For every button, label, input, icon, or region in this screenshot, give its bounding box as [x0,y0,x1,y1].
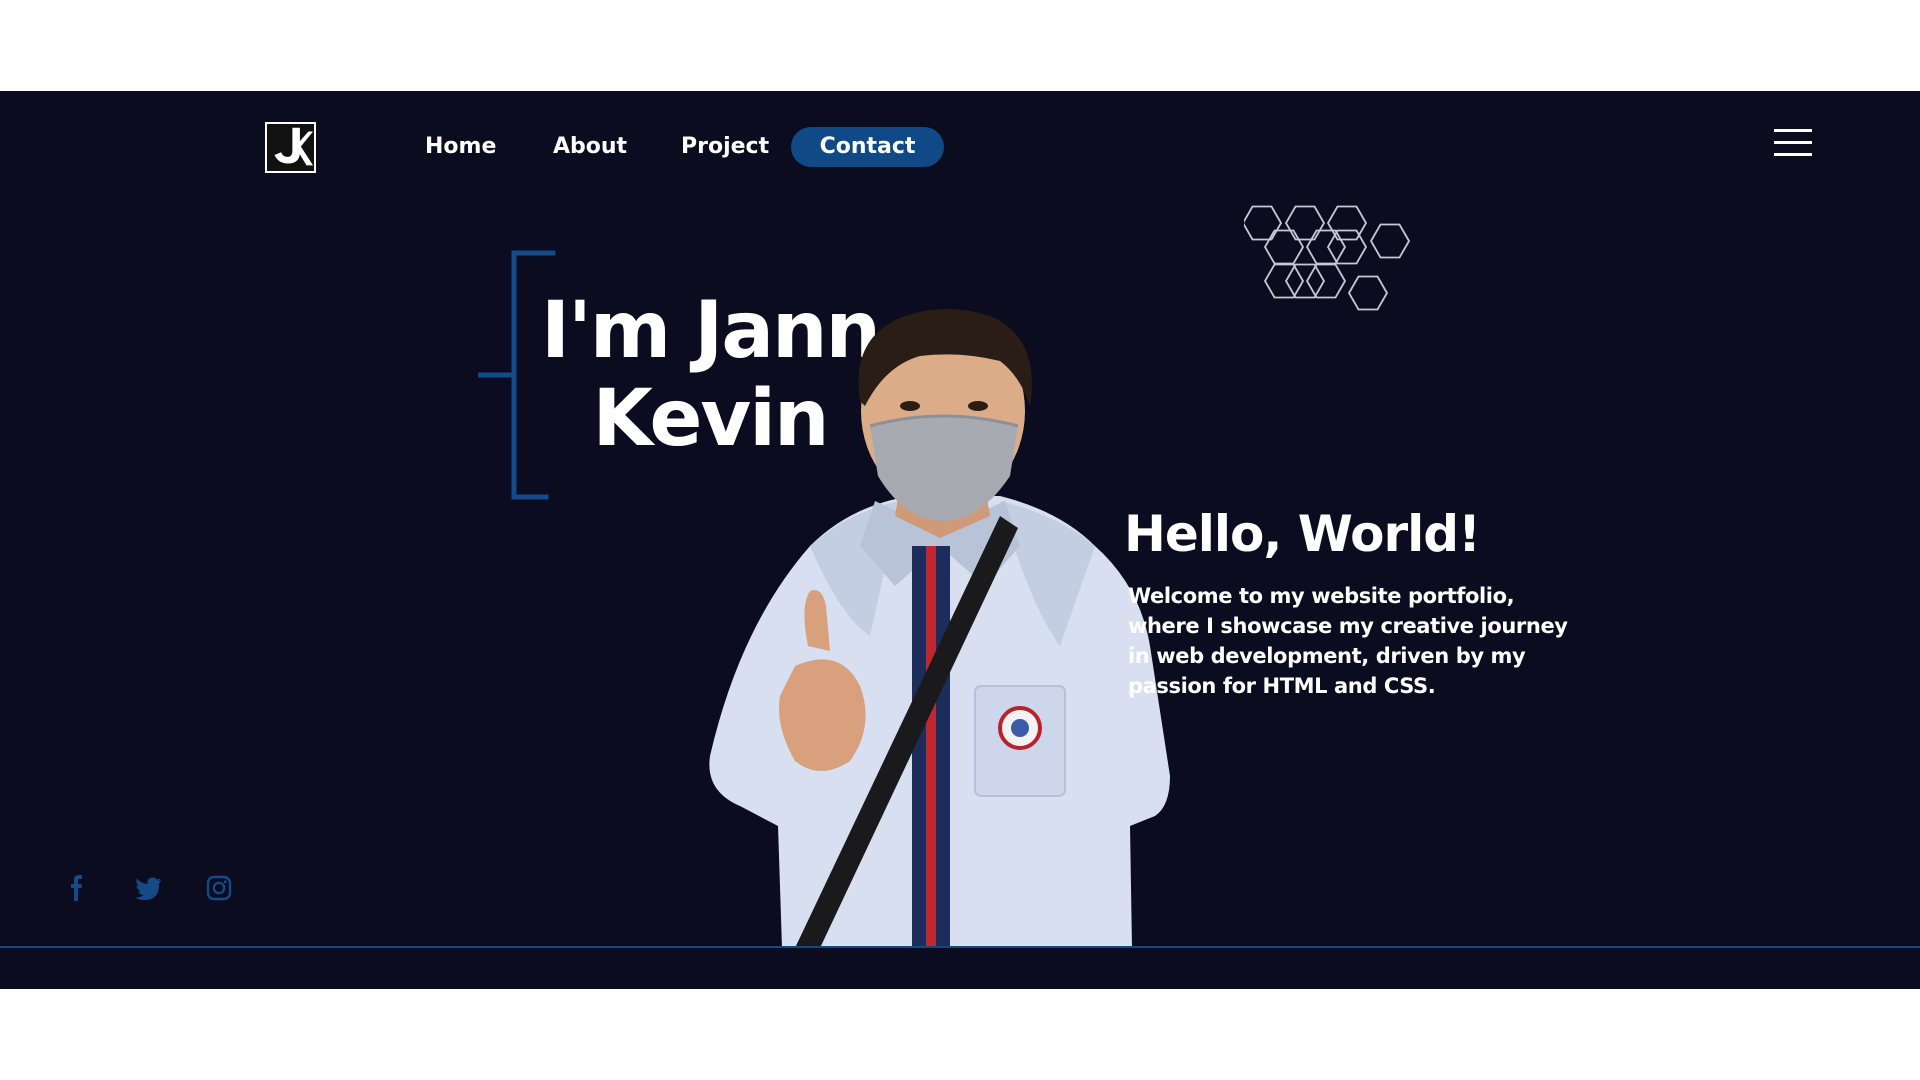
intro-text: Welcome to my website portfolio, where I… [1128,584,1568,698]
hexagon-shape [1326,229,1368,265]
jk-logo-icon [267,124,314,171]
portfolio-page: Home About Project Contact I'm Jann Kevi… [0,91,1920,989]
hexagon-shape [1305,229,1347,265]
hexagon-shape [1244,205,1283,241]
nav-about-link[interactable]: About [553,127,627,167]
intro-title: Hello, World! [1124,505,1481,563]
hexagon-shape [1326,205,1368,241]
hexagon-shape [1263,263,1305,299]
hexagon-shape [1284,263,1326,299]
profile-photo [709,308,1170,948]
hexagon-shape [1263,229,1305,265]
hexagon-shape [1305,263,1347,299]
hexagon-shape [1369,223,1411,259]
nav-project-link[interactable]: Project [681,127,769,167]
instagram-icon[interactable] [204,873,234,903]
facebook-icon[interactable] [62,873,92,903]
hamburger-menu-icon[interactable] [1774,129,1812,159]
bottom-divider [0,946,1920,948]
jk-logo[interactable] [265,122,316,173]
hexagon-shape [1347,275,1389,311]
hexagon-shape [1284,205,1326,241]
nav-home-link[interactable]: Home [425,127,496,167]
nav-contact-button[interactable]: Contact [791,127,944,167]
twitter-icon[interactable] [133,873,163,903]
hexagon-pattern-decoration [1244,205,1411,311]
